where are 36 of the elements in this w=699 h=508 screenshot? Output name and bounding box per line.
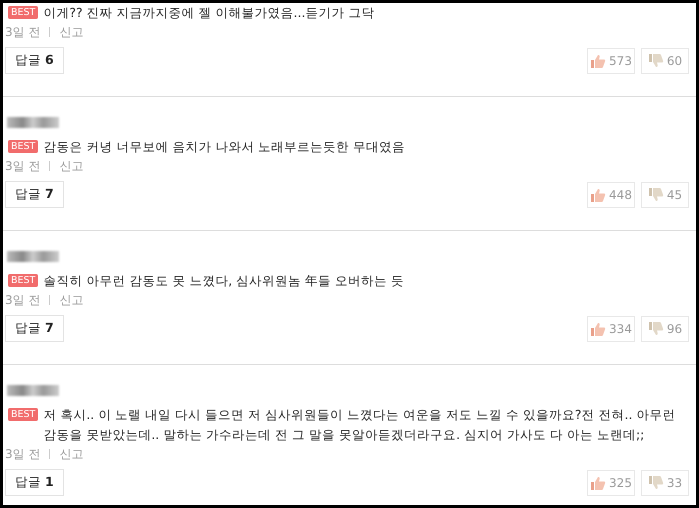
thumbs-up-icon — [590, 54, 606, 68]
report-link[interactable]: 신고 — [59, 445, 84, 463]
like-button[interactable]: 334 — [587, 316, 635, 342]
dislike-button[interactable]: 60 — [641, 48, 689, 74]
reply-button[interactable]: 답글 1 — [5, 469, 64, 496]
thumbs-down-icon — [648, 322, 664, 336]
comment-time: 3일 전 — [5, 158, 40, 175]
reply-button[interactable]: 답글 7 — [5, 181, 64, 208]
report-link[interactable]: 신고 — [59, 157, 84, 175]
thumbs-up-icon — [590, 322, 606, 336]
comment-time: 3일 전 — [5, 24, 40, 41]
best-badge: BEST — [8, 408, 38, 421]
comment-time: 3일 전 — [5, 446, 40, 463]
comment-time: 3일 전 — [5, 292, 40, 309]
like-button[interactable]: 573 — [587, 48, 635, 74]
reply-button[interactable]: 답글 7 — [5, 315, 64, 342]
best-badge: BEST — [8, 274, 38, 287]
report-link[interactable]: 신고 — [59, 23, 84, 41]
like-button[interactable]: 448 — [587, 182, 635, 208]
comment-text: 솔직히 아무런 감동도 못 느꼈다, 심사위원놈 年들 오버하는 듯 — [43, 272, 406, 290]
thumbs-down-icon — [648, 476, 664, 490]
dislike-button[interactable]: 45 — [641, 182, 689, 208]
best-badge: BEST — [8, 6, 38, 19]
thumbs-up-icon — [590, 476, 606, 490]
reply-button[interactable]: 답글 6 — [5, 47, 64, 74]
comment-text: 이게?? 진짜 지금까지중에 젤 이해불가였음...듣기가 그닥 — [43, 4, 376, 22]
report-link[interactable]: 신고 — [59, 291, 84, 309]
dislike-button[interactable]: 33 — [641, 470, 689, 496]
best-badge: BEST — [8, 140, 38, 153]
thumbs-down-icon — [648, 188, 664, 202]
comment-text: 감동은 커녕 너무보에 음치가 나와서 노래부르는듯한 무대였음 — [43, 138, 406, 156]
comment-text: 저 혹시.. 이 노랠 내일 다시 들으면 저 심사위원들이 느꼈다는 여운을 저도 느낄 수 있을까요?전 전혀.. 아무런 감동을 못받았는데.. 말하는 가수라는데 전 그 말을 못알아듣겠더라구요. 심지어 가사도 다 아는 노랜데;; — [43, 406, 676, 444]
thumbs-up-icon — [590, 188, 606, 202]
like-button[interactable]: 325 — [587, 470, 635, 496]
dislike-button[interactable]: 96 — [641, 316, 689, 342]
thumbs-down-icon — [648, 54, 664, 68]
